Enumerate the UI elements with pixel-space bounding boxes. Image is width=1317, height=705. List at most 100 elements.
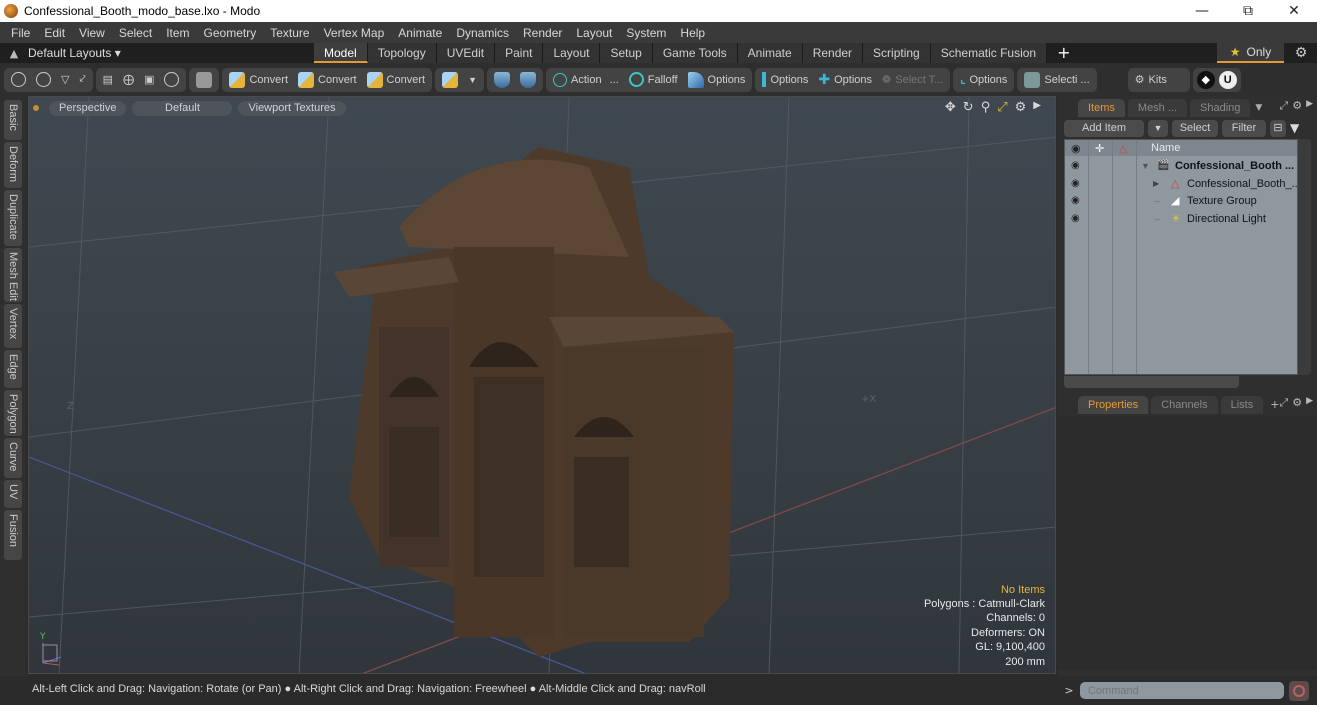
select-pen-button[interactable]: ▽ <box>56 69 74 91</box>
record-macro-button[interactable] <box>1289 680 1309 701</box>
action-center-button[interactable]: Action... <box>548 69 624 91</box>
menu-layout[interactable]: Layout <box>569 26 619 40</box>
view-type-dropdown[interactable]: Perspective <box>49 100 127 116</box>
funnel-icon[interactable]: ▼ <box>1290 121 1299 135</box>
panel-gear-icon[interactable]: ⚙ <box>1292 99 1302 113</box>
minimize-button[interactable]: — <box>1179 0 1225 22</box>
sidetab-mesh-edit[interactable]: Mesh Edit <box>4 248 22 302</box>
collapse-icon[interactable]: ⊟ <box>1270 119 1286 137</box>
menu-texture[interactable]: Texture <box>263 26 316 40</box>
menu-vertex-map[interactable]: Vertex Map <box>317 26 392 40</box>
tab-schematic-fusion[interactable]: Schematic Fusion <box>930 43 1048 63</box>
workplane-options-button[interactable]: ✚ Options <box>813 69 877 91</box>
tree-vertical-scrollbar[interactable] <box>1298 139 1311 375</box>
tab-lists[interactable]: Lists <box>1220 396 1264 414</box>
menu-geometry[interactable]: Geometry <box>197 26 264 40</box>
sidetab-fusion[interactable]: Fusion <box>4 510 22 560</box>
3d-viewport[interactable]: Perspective Default Viewport Textures ✥ … <box>28 96 1056 674</box>
tab-scripting[interactable]: Scripting <box>863 43 931 63</box>
menu-animate[interactable]: Animate <box>391 26 449 40</box>
tab-setup[interactable]: Setup <box>600 43 653 63</box>
name-header[interactable]: Name <box>1151 142 1180 154</box>
viewport-status-dot[interactable] <box>33 105 39 111</box>
menu-dynamics[interactable]: Dynamics <box>449 26 516 40</box>
add-panel-tab-icon[interactable]: + <box>1270 398 1279 411</box>
tabs-dropdown-icon[interactable]: ▼ <box>1255 103 1262 113</box>
tab-model[interactable]: Model <box>314 43 368 63</box>
tab-game-tools[interactable]: Game Tools <box>652 43 738 63</box>
tab-properties[interactable]: Properties <box>1078 396 1149 414</box>
expand-arrow-icon[interactable]: ▶ <box>1033 100 1041 115</box>
symmetry-button-2[interactable] <box>515 69 541 91</box>
viewport-textures-dropdown[interactable]: Viewport Textures <box>238 100 346 116</box>
eye-header-icon[interactable]: ◉ <box>1071 142 1081 155</box>
symmetry-options-button[interactable]: ⌞ Options <box>955 69 1012 91</box>
select-button[interactable]: Select <box>1172 119 1218 137</box>
add-tab-button[interactable]: + <box>1047 43 1080 63</box>
eye-icon[interactable]: ◉ <box>1071 178 1080 189</box>
command-input[interactable] <box>1080 682 1284 699</box>
select-path-button[interactable]: ⤦ <box>74 69 90 91</box>
falloff-options-button[interactable]: Options <box>683 69 751 91</box>
tree-horizontal-scrollbar[interactable] <box>1064 376 1239 388</box>
shading-dropdown[interactable]: Default <box>132 100 233 116</box>
convert-button-1[interactable]: Convert <box>224 69 293 91</box>
zoom-icon[interactable]: ⚲ <box>981 100 991 115</box>
tab-render[interactable]: Render <box>802 43 864 63</box>
tab-layout[interactable]: Layout <box>543 43 601 63</box>
items-mode-button[interactable]: ▤ <box>98 69 118 91</box>
settings-icon[interactable]: ⚙ <box>1015 100 1027 115</box>
maximize-icon[interactable]: ⤢ <box>1279 396 1288 410</box>
menu-system[interactable]: System <box>619 26 673 40</box>
add-item-dropdown[interactable]: ▼ <box>1148 119 1168 137</box>
tab-shading[interactable]: Shading <box>1190 99 1251 117</box>
action-more[interactable]: ... <box>610 74 619 86</box>
panel-gear-icon[interactable]: ⚙ <box>1292 396 1302 410</box>
sidetab-basic[interactable]: Basic <box>4 100 22 140</box>
rotate-icon[interactable]: ↻ <box>963 100 974 115</box>
selection-sets-button[interactable]: Selecti ... <box>1019 69 1094 91</box>
pivot-mode-button[interactable] <box>159 69 184 91</box>
convert-button-2[interactable]: Convert <box>293 69 362 91</box>
sidetab-uv[interactable]: UV <box>4 480 22 508</box>
select-vertices-button[interactable] <box>6 69 31 91</box>
eye-icon[interactable]: ◉ <box>1071 213 1080 224</box>
tree-row[interactable]: ◉ → ◢ Texture Group <box>1065 192 1299 209</box>
restore-button[interactable]: ⧉ <box>1225 0 1271 22</box>
tab-mesh[interactable]: Mesh ... <box>1127 99 1188 117</box>
sidetab-duplicate[interactable]: Duplicate <box>4 190 22 246</box>
material-mode-button[interactable]: ▣ <box>139 69 159 91</box>
tab-animate[interactable]: Animate <box>737 43 803 63</box>
menu-edit[interactable]: Edit <box>37 26 72 40</box>
tab-channels[interactable]: Channels <box>1151 396 1218 414</box>
tree-row[interactable]: ◉ → ☀ Directional Light <box>1065 210 1299 227</box>
eye-icon[interactable]: ◉ <box>1071 160 1080 171</box>
confessional-booth-model[interactable] <box>334 147 734 657</box>
panel-arrow-icon[interactable]: ▶ <box>1306 396 1313 410</box>
menu-help[interactable]: Help <box>673 26 712 40</box>
falloff-button[interactable]: Falloff <box>624 69 683 91</box>
menu-item[interactable]: Item <box>159 26 196 40</box>
lock-header-icon[interactable]: ✛ <box>1095 142 1104 155</box>
menu-render[interactable]: Render <box>516 26 569 40</box>
layout-pin-icon[interactable]: ▲ <box>0 47 28 60</box>
fit-icon[interactable]: ⤢ <box>997 100 1007 115</box>
cube-button[interactable] <box>437 69 463 91</box>
sidetab-vertex[interactable]: Vertex <box>4 304 22 348</box>
select-globe-button[interactable] <box>31 69 56 91</box>
sidetab-edge[interactable]: Edge <box>4 350 22 388</box>
tab-paint[interactable]: Paint <box>495 43 544 63</box>
mesh-shield-button[interactable] <box>191 69 217 91</box>
sidetab-curve[interactable]: Curve <box>4 438 22 478</box>
sidetab-polygon[interactable]: Polygon <box>4 390 22 436</box>
only-toggle[interactable]: ★ Only <box>1217 43 1284 63</box>
panel-arrow-icon[interactable]: ▶ <box>1306 99 1313 113</box>
unreal-button[interactable]: U <box>1217 69 1239 91</box>
uv-mode-button[interactable]: ⨁ <box>118 69 139 91</box>
add-item-button[interactable]: Add Item <box>1064 119 1144 137</box>
pan-icon[interactable]: ✥ <box>945 100 956 115</box>
expand-arrow-icon[interactable]: ▼ <box>1141 161 1150 171</box>
kits-button[interactable]: ⚙ Kits <box>1130 69 1172 91</box>
filter-button[interactable]: Filter <box>1222 119 1266 137</box>
tree-row[interactable]: ◉ ▼ 🎬 Confessional_Booth ... <box>1065 157 1299 174</box>
